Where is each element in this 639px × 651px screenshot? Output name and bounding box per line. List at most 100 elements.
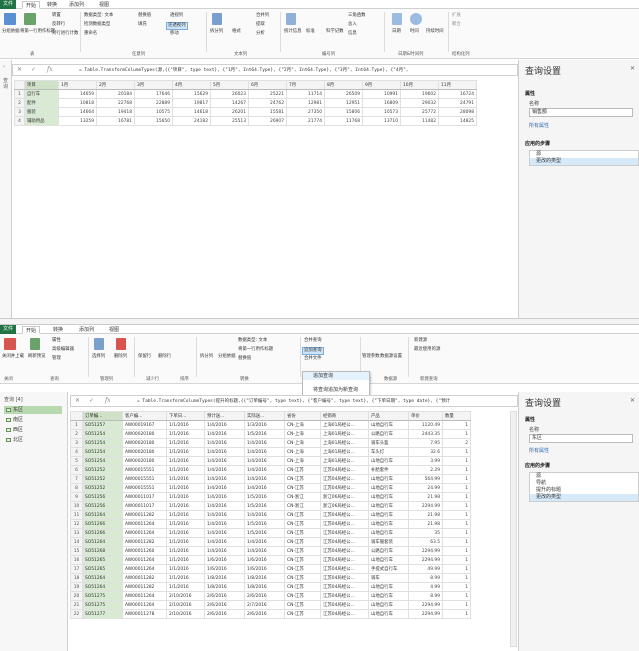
step-changed-type[interactable]: 更改的类型 bbox=[530, 158, 638, 165]
table-cell[interactable]: SO51268 bbox=[82, 546, 123, 556]
format-button[interactable]: 格式 bbox=[232, 29, 241, 35]
table-cell[interactable]: SO51256 bbox=[82, 501, 123, 511]
table-cell[interactable]: 8.99 bbox=[408, 591, 443, 601]
table-cell[interactable]: SO51264 bbox=[82, 573, 123, 583]
information-button[interactable]: 信息 bbox=[348, 31, 357, 37]
column-header[interactable]: 实际送... bbox=[244, 411, 285, 421]
row-number[interactable]: 16 bbox=[70, 555, 83, 565]
table-cell[interactable]: 16809 bbox=[362, 98, 401, 108]
query-item-east[interactable]: 东区 bbox=[4, 406, 62, 414]
table-cell[interactable]: SO51256 bbox=[82, 492, 123, 502]
table-cell[interactable]: 1/1/2016 bbox=[166, 528, 205, 538]
table-cell[interactable]: SO51266 bbox=[82, 528, 123, 538]
table-cell[interactable]: 江苏04局经公... bbox=[320, 555, 369, 565]
choose-columns-button[interactable]: 选择列 bbox=[92, 354, 105, 360]
table-cell[interactable]: 山地自行车 bbox=[368, 582, 409, 592]
table-cell[interactable]: 补胎套件 bbox=[368, 465, 409, 475]
data-type-button-2[interactable]: 数据类型: 文本 bbox=[238, 338, 267, 344]
row-number[interactable]: 12 bbox=[70, 519, 83, 529]
formula-bar[interactable]: ✕ ✓ fx = Table.TransformColumnTypes(源,{{… bbox=[12, 64, 518, 76]
transpose-button[interactable]: 转置 bbox=[52, 13, 61, 19]
step-changed-type-2[interactable]: 更改的类型 bbox=[530, 494, 638, 501]
table-cell[interactable]: 25221 bbox=[248, 89, 287, 99]
detect-type-button[interactable]: 检测数据类型 bbox=[84, 22, 110, 28]
table-cell[interactable]: 江苏04局经公... bbox=[320, 528, 369, 538]
grid-corner[interactable] bbox=[14, 80, 25, 90]
column-header[interactable]: 客户编... bbox=[122, 411, 167, 421]
table-cell[interactable]: 1/8/2016 bbox=[244, 582, 285, 592]
parse-button[interactable]: 分析 bbox=[256, 31, 265, 37]
all-properties-link[interactable]: 所有属性 bbox=[529, 122, 549, 129]
table-cell[interactable]: AW00011282 bbox=[122, 573, 167, 583]
manage-parameters-button[interactable]: 管理参数 bbox=[362, 354, 380, 360]
table-cell[interactable]: 10818 bbox=[58, 98, 97, 108]
row-number[interactable]: 3 bbox=[70, 438, 83, 448]
table-cell[interactable]: 24762 bbox=[248, 98, 287, 108]
table-cell[interactable]: 19602 bbox=[400, 89, 439, 99]
table-cell[interactable]: 1/1/2016 bbox=[166, 564, 205, 574]
close-pane-icon[interactable]: ✕ bbox=[630, 397, 635, 404]
table-cell[interactable]: 1 bbox=[442, 609, 471, 619]
table-cell[interactable]: 11482 bbox=[400, 116, 439, 126]
table-cell[interactable]: AW00011264 bbox=[122, 528, 167, 538]
table-cell[interactable]: AW00011260 bbox=[122, 546, 167, 556]
manage-button[interactable]: 管理 bbox=[52, 356, 61, 362]
column-header[interactable]: 5月 bbox=[210, 80, 249, 90]
new-source-button[interactable]: 新建源 bbox=[414, 338, 427, 344]
table-cell[interactable]: SO51264 bbox=[82, 510, 123, 520]
table-cell[interactable]: SO51265 bbox=[82, 555, 123, 565]
menu-append-as-new[interactable]: 将查询追加为新查询 bbox=[303, 386, 369, 394]
tab-home-2[interactable]: 开始 bbox=[22, 326, 41, 334]
table-cell[interactable]: 1 bbox=[442, 501, 471, 511]
row-number[interactable]: 17 bbox=[70, 564, 83, 574]
table-cell[interactable]: CN-浙江 bbox=[284, 501, 321, 511]
table-cell[interactable]: 1/4/2016 bbox=[204, 510, 245, 520]
table-cell[interactable]: 1/4/2016 bbox=[244, 546, 285, 556]
table-cell[interactable]: 1/1/2016 bbox=[166, 555, 205, 565]
table-cell[interactable]: 1 bbox=[442, 483, 471, 493]
table-cell[interactable]: 1/4/2016 bbox=[204, 438, 245, 448]
table-cell[interactable]: AW00015551 bbox=[122, 483, 167, 493]
table-cell[interactable]: 25772 bbox=[400, 107, 439, 117]
table-cell[interactable]: AW00011282 bbox=[122, 510, 167, 520]
time-button[interactable]: 时间 bbox=[410, 29, 419, 35]
table-cell[interactable]: 1/6/2016 bbox=[244, 555, 285, 565]
check-icon[interactable]: ✓ bbox=[89, 397, 94, 404]
table-cell[interactable]: 1/3/2016 bbox=[244, 420, 285, 430]
extract-button[interactable]: 提取 bbox=[256, 22, 265, 28]
table-cell[interactable]: 26201 bbox=[210, 107, 249, 117]
table-cell[interactable]: 骑车服套装 bbox=[368, 537, 409, 547]
table-cell[interactable]: CN-江苏 bbox=[284, 474, 321, 484]
table-cell[interactable]: 1/4/2016 bbox=[244, 447, 285, 457]
move-button[interactable]: 移动 bbox=[170, 31, 179, 37]
table-cell[interactable]: 1/4/2016 bbox=[204, 465, 245, 475]
table-cell[interactable]: 19817 bbox=[172, 98, 211, 108]
table-cell[interactable]: 11714 bbox=[286, 89, 325, 99]
table-cell[interactable]: 1/4/2016 bbox=[244, 438, 285, 448]
table-cell[interactable]: 2294.99 bbox=[408, 609, 443, 619]
step-source-2[interactable]: 源 bbox=[530, 473, 638, 480]
table-cell[interactable]: 1/1/2016 bbox=[166, 582, 205, 592]
table-cell[interactable]: 2/6/2016 bbox=[204, 609, 245, 619]
table-cell[interactable]: 山地自行车 bbox=[368, 555, 409, 565]
table-cell[interactable]: 江苏04局经公... bbox=[320, 465, 369, 475]
column-header[interactable]: 6月 bbox=[248, 80, 287, 90]
table-cell[interactable]: 1/4/2016 bbox=[244, 537, 285, 547]
table-cell[interactable]: 1/6/2016 bbox=[244, 564, 285, 574]
refresh-preview-button[interactable]: 刷新预览 bbox=[28, 354, 46, 360]
table-cell[interactable]: CN-江苏 bbox=[284, 546, 321, 556]
date-button[interactable]: 日期 bbox=[392, 29, 401, 35]
table-cell[interactable]: 1/4/2016 bbox=[244, 483, 285, 493]
table-cell[interactable]: 1/4/2016 bbox=[204, 474, 245, 484]
step-navigation[interactable]: 导航 bbox=[530, 480, 638, 487]
table-cell[interactable]: 15581 bbox=[248, 107, 287, 117]
row-number[interactable]: 4 bbox=[14, 116, 25, 126]
table-cell[interactable]: 2/10/2016 bbox=[166, 609, 205, 619]
table-cell[interactable]: 江苏04局经公... bbox=[320, 537, 369, 547]
table-cell[interactable]: 1/1/2016 bbox=[166, 465, 205, 475]
formula-bar-2[interactable]: ✕ ✓ fx = Table.TransformColumnTypes(提升的标… bbox=[70, 395, 518, 407]
replace-values-button-2[interactable]: 替换值 bbox=[238, 356, 251, 362]
tab-view-2[interactable]: 视图 bbox=[106, 326, 122, 334]
step-promoted-headers[interactable]: 提升的标题 bbox=[530, 487, 638, 494]
table-cell[interactable]: AW00015551 bbox=[122, 465, 167, 475]
